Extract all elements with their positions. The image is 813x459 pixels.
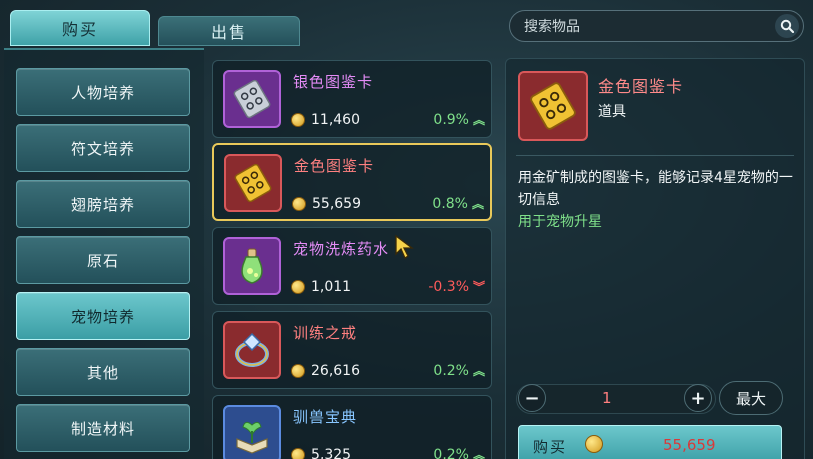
- gold-card-icon: [234, 163, 272, 203]
- item-price: 26,616: [311, 363, 360, 379]
- item-price: 55,659: [312, 196, 361, 212]
- item-price: 5,325: [311, 447, 352, 459]
- item-frame: [223, 237, 281, 295]
- item-detail-panel: 金色图鉴卡 道具 用金矿制成的图鉴卡，能够记录4星宠物的一切信息 用于宠物升星 …: [505, 58, 805, 459]
- coin-icon: [291, 448, 305, 459]
- item-name: 银色图鉴卡: [293, 73, 374, 91]
- list-item-selected[interactable]: 金色图鉴卡 55,659 0.8% ︽: [212, 143, 492, 221]
- item-price: 11,460: [311, 112, 360, 128]
- item-name: 宠物洗炼药水: [293, 240, 390, 258]
- ring-icon: [235, 332, 269, 367]
- category-character[interactable]: 人物培养: [16, 68, 190, 116]
- tab-buy[interactable]: 购买: [10, 10, 150, 46]
- book-icon: [236, 421, 268, 454]
- category-pet[interactable]: 宠物培养: [16, 292, 190, 340]
- trend-up-icon: ︽: [471, 197, 484, 211]
- coin-icon: [585, 435, 603, 453]
- item-price: 1,011: [311, 279, 352, 295]
- potion-icon: [241, 248, 263, 284]
- coin-icon: [291, 113, 305, 127]
- plus-icon: +: [690, 387, 706, 409]
- search-button[interactable]: [775, 14, 799, 38]
- max-button[interactable]: 最大: [719, 381, 783, 415]
- item-change: 0.9%: [433, 112, 469, 128]
- category-materials[interactable]: 制造材料: [16, 404, 190, 452]
- tab-sell[interactable]: 出售: [158, 16, 300, 46]
- item-frame: [223, 405, 281, 459]
- trend-up-icon: ︽: [472, 448, 485, 459]
- detail-item-frame: [518, 71, 588, 141]
- item-frame: [223, 70, 281, 128]
- trend-up-icon: ︽: [472, 113, 485, 127]
- category-wings[interactable]: 翅膀培养: [16, 180, 190, 228]
- detail-description: 用金矿制成的图鉴卡，能够记录4星宠物的一切信息: [518, 170, 793, 208]
- item-change: 0.2%: [433, 447, 469, 459]
- increase-button[interactable]: +: [684, 384, 712, 412]
- item-change: 0.2%: [433, 363, 469, 379]
- item-name: 训练之戒: [293, 324, 358, 342]
- item-frame: [224, 154, 282, 212]
- item-change: -0.3%: [428, 279, 469, 295]
- coin-icon: [291, 364, 305, 378]
- search-bar: [509, 10, 804, 42]
- minus-icon: −: [524, 387, 540, 409]
- search-input[interactable]: [524, 18, 754, 34]
- buy-label: 购买: [533, 438, 568, 456]
- detail-item-name: 金色图鉴卡: [598, 77, 684, 96]
- list-item[interactable]: 银色图鉴卡 11,460 0.9% ︽: [212, 60, 492, 138]
- category-panel: 人物培养 符文培养 翅膀培养 原石 宠物培养 其他 制造材料: [4, 48, 204, 459]
- item-change: 0.8%: [432, 196, 468, 212]
- quantity-value[interactable]: 1: [602, 389, 612, 407]
- list-item[interactable]: 驯兽宝典 5,325 0.2% ︽: [212, 395, 492, 459]
- gold-card-icon: [530, 82, 576, 130]
- buy-button[interactable]: 购买 55,659: [518, 425, 782, 459]
- list-item[interactable]: 宠物洗炼药水 1,011 -0.3% ︾: [212, 227, 492, 305]
- coin-icon: [291, 280, 305, 294]
- buy-total-price: 55,659: [663, 436, 716, 454]
- detail-item-type: 道具: [598, 104, 626, 120]
- cursor-icon: [395, 234, 414, 259]
- trend-up-icon: ︽: [472, 364, 485, 378]
- item-name: 金色图鉴卡: [294, 157, 375, 175]
- category-rune[interactable]: 符文培养: [16, 124, 190, 172]
- item-frame: [223, 321, 281, 379]
- coin-icon: [292, 197, 306, 211]
- detail-use: 用于宠物升星: [518, 214, 602, 230]
- category-gemstone[interactable]: 原石: [16, 236, 190, 284]
- silver-card-icon: [233, 79, 271, 119]
- divider: [516, 155, 794, 156]
- category-other[interactable]: 其他: [16, 348, 190, 396]
- item-list: 银色图鉴卡 11,460 0.9% ︽ 金色图鉴卡 55,659 0.8% ︽: [210, 60, 495, 459]
- decrease-button[interactable]: −: [518, 384, 546, 412]
- trend-down-icon: ︾: [472, 280, 485, 294]
- item-name: 驯兽宝典: [293, 408, 358, 426]
- list-item[interactable]: 训练之戒 26,616 0.2% ︽: [212, 311, 492, 389]
- search-icon: [780, 19, 794, 33]
